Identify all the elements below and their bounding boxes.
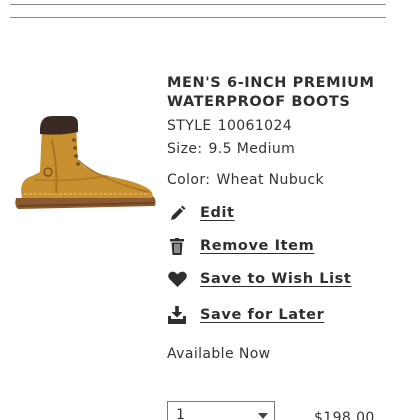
save-for-later-label[interactable]: Save for Later	[200, 307, 324, 323]
product-title[interactable]: MEN'S 6-INCH PREMIUM WATERPROOF BOOTS	[167, 74, 407, 112]
pencil-icon	[167, 203, 187, 223]
top-divider	[10, 4, 386, 5]
size-label: Size:	[167, 141, 203, 157]
product-style: STYLE 10061024	[167, 118, 292, 134]
edit-link[interactable]: Edit	[167, 202, 235, 224]
availability-status: Available Now	[167, 346, 271, 362]
quantity-value: 1	[176, 407, 185, 420]
remove-item-link[interactable]: Remove Item	[167, 235, 314, 257]
edit-label[interactable]: Edit	[200, 205, 235, 221]
product-size: Size: 9.5 Medium	[167, 141, 295, 157]
quantity-select[interactable]: 1	[167, 401, 275, 420]
boot-collar	[40, 116, 78, 135]
color-label: Color:	[167, 172, 211, 188]
style-label: STYLE	[167, 118, 212, 134]
item-price: $198.00	[314, 410, 375, 420]
header-divider	[10, 17, 386, 18]
trash-icon	[167, 236, 187, 256]
cart-item-page: MEN'S 6-INCH PREMIUM WATERPROOF BOOTS ST…	[0, 0, 420, 420]
style-number: 10061024	[217, 118, 293, 134]
save-to-wish-list-link[interactable]: Save to Wish List	[167, 268, 351, 290]
save-to-wish-list-label[interactable]: Save to Wish List	[200, 271, 351, 287]
color-value: Wheat Nubuck	[216, 172, 324, 188]
save-for-later-link[interactable]: Save for Later	[167, 304, 324, 326]
heart-icon	[167, 269, 187, 289]
product-color: Color: Wheat Nubuck	[167, 172, 324, 188]
download-tray-icon	[167, 305, 187, 325]
remove-item-label[interactable]: Remove Item	[200, 238, 314, 254]
size-value: 9.5 Medium	[208, 141, 296, 157]
product-image[interactable]	[12, 110, 160, 222]
chevron-down-icon	[258, 413, 268, 419]
